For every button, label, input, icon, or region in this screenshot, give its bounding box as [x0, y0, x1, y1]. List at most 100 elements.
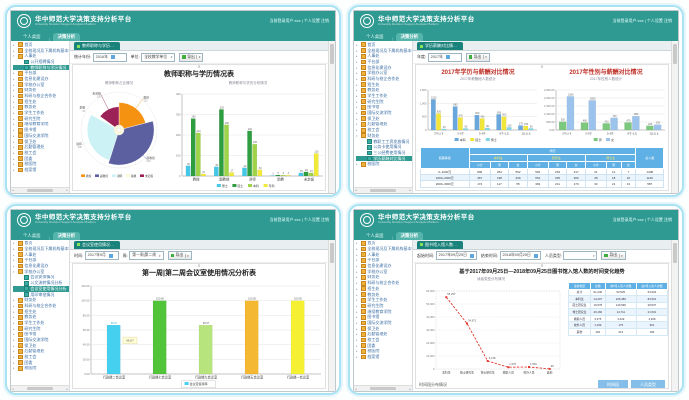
- report-doc-icon: [24, 292, 29, 297]
- chevron-down-icon[interactable]: ▾: [590, 254, 595, 258]
- tab-decision-analysis[interactable]: 决策分析: [396, 232, 424, 240]
- svg-text:250: 250: [225, 122, 230, 125]
- folder-icon: [361, 315, 366, 320]
- date-input[interactable]: 2018年09月25日: [500, 251, 541, 260]
- user-session-links[interactable]: 当前登录用户:xxx | 个人设置 注销: [613, 217, 672, 223]
- document-tab[interactable]: 教师职称与学历…: [74, 42, 120, 50]
- content-vertical-scrollbar[interactable]: [671, 41, 678, 193]
- export-button[interactable]: 导出▾: [179, 53, 203, 62]
- folder-icon: [18, 116, 23, 121]
- svg-text:320: 320: [143, 100, 148, 103]
- tab-personal-desktop[interactable]: 个人桌面: [361, 33, 389, 41]
- collapse-handle-icon[interactable]: ∧: [197, 64, 201, 70]
- filter-toolbar: 起始时间:2017年09月25日结束时间:2018年09月25日人员类型:▾导出…: [413, 250, 671, 263]
- date-input[interactable]: 2017年9月: [85, 251, 119, 260]
- user-session-links[interactable]: 当前登录用户:xxx | 个人设置 注销: [270, 18, 329, 24]
- sidebar-item[interactable]: ▸全校现况及下属机构基本情况: [356, 48, 412, 54]
- calendar-icon[interactable]: [111, 55, 115, 59]
- folder-icon: [361, 42, 366, 47]
- date-input[interactable]: 2017年09月25日: [436, 251, 477, 260]
- sidebar-horizontal-scrollbar[interactable]: ◂▸: [354, 385, 412, 391]
- select-input[interactable]: 第一周|第二周▾: [129, 251, 163, 260]
- collapse-handle-icon[interactable]: ∧: [540, 64, 544, 70]
- chevron-down-icon[interactable]: ▾: [168, 55, 173, 59]
- report-area: ∧2017年学历与薪酬对比情况2017年薪酬段人数统计05001,0001,50…: [415, 64, 669, 191]
- svg-text:60.00: 60.00: [83, 328, 90, 332]
- filter-label: 结束时间:: [481, 253, 498, 259]
- svg-text:男: 男: [599, 137, 602, 142]
- sidebar-horizontal-scrollbar[interactable]: ◂▸: [11, 187, 69, 193]
- svg-text:520: 520: [147, 160, 152, 163]
- user-session-links[interactable]: 当前登录用户:xxx | 个人设置 注销: [270, 217, 329, 223]
- svg-text:5~8千: 5~8千: [479, 132, 486, 136]
- sidebar-horizontal-scrollbar[interactable]: ◂▸: [11, 385, 69, 391]
- sidebar-item[interactable]: ▸校医院: [356, 161, 412, 167]
- sidebar-item[interactable]: ▸档案馆: [356, 354, 412, 360]
- calendar-icon[interactable]: [446, 55, 450, 59]
- svg-text:0: 0: [179, 174, 181, 178]
- collapse-handle-icon[interactable]: ∧: [197, 263, 201, 269]
- svg-text:女: 女: [611, 137, 614, 142]
- user-session-links[interactable]: 当前登录用户:xxx | 个人设置 注销: [613, 18, 672, 24]
- folder-icon: [361, 349, 366, 354]
- screenshot-collage: 华中师范大学决策支持分析平台 University Decision Suppo…: [0, 0, 689, 400]
- chevron-down-icon[interactable]: ▾: [185, 254, 189, 258]
- content-vertical-scrollbar[interactable]: [328, 41, 335, 193]
- svg-text:470: 470: [459, 115, 464, 118]
- chevron-down-icon[interactable]: ▾: [156, 254, 161, 258]
- export-button[interactable]: 导出▾: [601, 251, 625, 260]
- filter-label: 单位:: [131, 54, 140, 60]
- sidebar-horizontal-scrollbar[interactable]: ◂▸: [354, 187, 412, 193]
- svg-text:560: 560: [475, 112, 480, 115]
- folder-icon: [18, 151, 23, 156]
- tab-personal-desktop[interactable]: 个人桌面: [18, 232, 46, 240]
- document-tab-bar: 图书馆入馆人数…: [413, 240, 671, 250]
- collapse-handle-icon[interactable]: ∧: [540, 263, 544, 269]
- toggle-button[interactable]: 人员类型: [631, 380, 665, 390]
- calendar-icon[interactable]: [534, 254, 538, 258]
- chevron-down-icon[interactable]: ▾: [196, 55, 200, 59]
- content-vertical-scrollbar[interactable]: [671, 240, 678, 392]
- tab-decision-analysis[interactable]: 决策分析: [396, 33, 424, 41]
- sidebar-item[interactable]: ▸校医院: [13, 366, 69, 372]
- title-education-bar-chart: 01002003004005028021010教授4532525017副教授40…: [169, 87, 326, 191]
- svg-text:60,000: 60,000: [426, 289, 435, 293]
- document-tab[interactable]: 会议室使用情况…: [74, 241, 120, 249]
- chevron-down-icon[interactable]: ▾: [619, 254, 623, 258]
- folder-icon: [361, 304, 366, 309]
- tab-personal-desktop[interactable]: 个人桌面: [361, 232, 389, 240]
- filter-date-field: 统计年份:2016年: [74, 53, 127, 62]
- folder-icon: [18, 48, 23, 53]
- folder-icon: [361, 343, 366, 348]
- calendar-icon[interactable]: [109, 254, 113, 258]
- select-input[interactable]: 全校教学单位▾: [141, 53, 175, 62]
- sidebar-item[interactable]: ▸全校现况及下属机构基本情况: [13, 48, 69, 54]
- tab-personal-desktop[interactable]: 个人桌面: [18, 33, 46, 41]
- svg-text:1850: 1850: [590, 97, 596, 100]
- export-button[interactable]: 导出▾: [466, 53, 490, 62]
- svg-text:200: 200: [176, 133, 181, 137]
- calendar-icon[interactable]: [470, 254, 474, 258]
- tab-decision-analysis[interactable]: 决策分析: [53, 232, 81, 240]
- date-input[interactable]: 2017年: [428, 53, 462, 62]
- folder-icon: [18, 258, 23, 263]
- chart-container: 0.0020.0040.0060.0080.00100.00120.0066.6…: [73, 279, 325, 389]
- svg-text:5~8千: 5~8千: [607, 132, 614, 136]
- export-button[interactable]: 导出▾: [168, 251, 192, 260]
- tab-decision-analysis[interactable]: 决策分析: [53, 33, 81, 41]
- svg-text:500: 500: [422, 115, 427, 119]
- content-vertical-scrollbar[interactable]: [328, 240, 335, 392]
- document-tab[interactable]: 学历薪酬对比情…: [417, 42, 463, 50]
- svg-text:15: 15: [310, 170, 313, 173]
- toggle-button[interactable]: 时间段: [598, 380, 628, 390]
- svg-text:93: 93: [551, 363, 554, 367]
- select-input[interactable]: ▾: [563, 251, 597, 260]
- sidebar-item[interactable]: ▸档案馆: [13, 167, 69, 173]
- date-input[interactable]: 2016年: [93, 53, 127, 62]
- sidebar-item[interactable]: ▸全校现况及下属机构基本情况: [13, 246, 69, 252]
- folder-icon: [18, 355, 23, 360]
- document-tab[interactable]: 图书馆入馆人数…: [417, 241, 463, 249]
- chevron-down-icon[interactable]: ▾: [483, 55, 487, 59]
- svg-text:55,257: 55,257: [447, 292, 456, 296]
- sidebar-item[interactable]: ▸全校现况及下属机构基本情况: [356, 246, 412, 252]
